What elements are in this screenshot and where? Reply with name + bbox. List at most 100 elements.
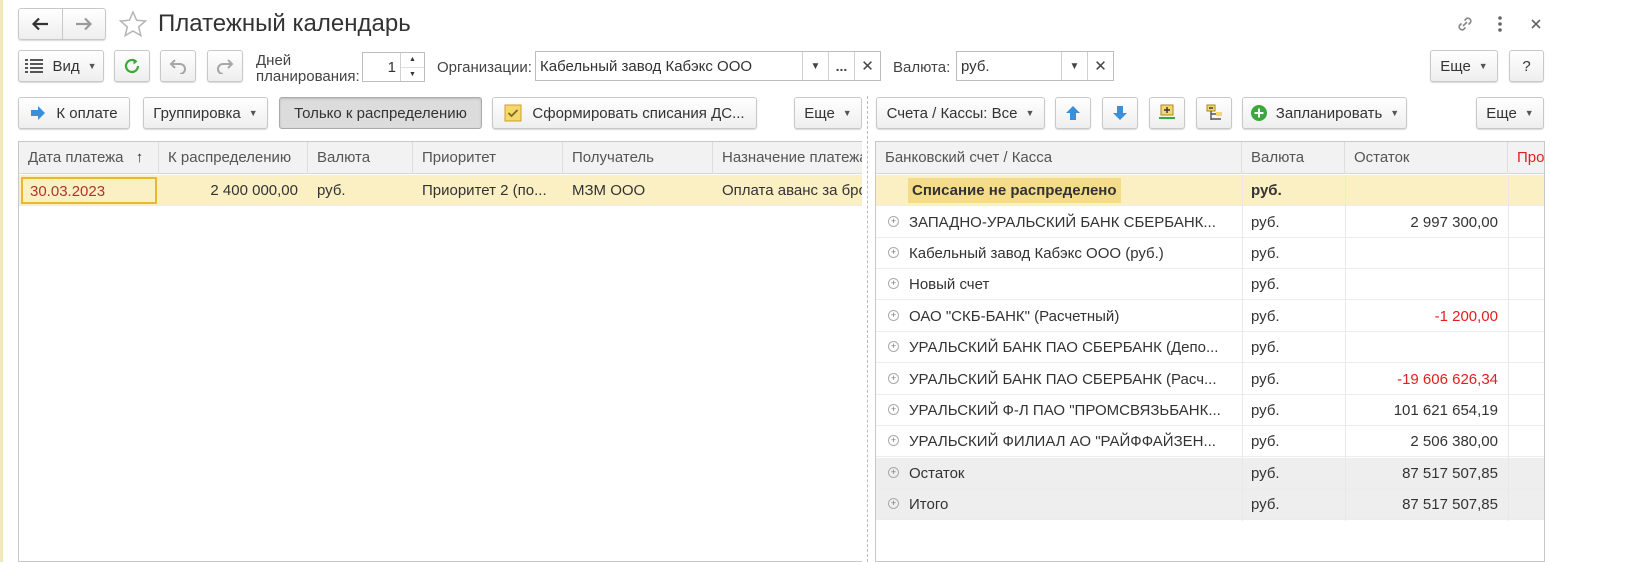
table-row[interactable]: + УРАЛЬСКИЙ ФИЛИАЛ АО "РАЙФФАЙЗЕН... руб… (876, 426, 1544, 457)
move-down-button[interactable] (1102, 97, 1138, 129)
expand-icon[interactable]: + (888, 435, 899, 446)
table-row[interactable]: Списание не распределено руб. (876, 175, 1544, 206)
expand-icon[interactable]: + (888, 373, 899, 384)
expand-all-button[interactable] (1149, 97, 1185, 129)
days-label-line2: планирования: (256, 68, 360, 85)
cell-balance (1345, 175, 1508, 206)
back-button[interactable] (19, 9, 62, 39)
table-row[interactable]: + Кабельный завод Кабэкс ООО (руб.) руб. (876, 238, 1544, 269)
more-vertical-icon[interactable] (1492, 14, 1508, 34)
undo-button[interactable] (160, 50, 196, 82)
table-row[interactable]: 30.03.2023 2 400 000,00 руб. Приоритет 2… (19, 175, 863, 206)
cell-currency: руб. (1251, 371, 1280, 388)
to-pay-button[interactable]: К оплате (18, 97, 130, 129)
accounts-filter-button[interactable]: Счета / Кассы: Все ▼ (876, 97, 1045, 129)
cell-to-distribute: 2 400 000,00 (210, 182, 298, 199)
column-payment-date-label: Дата платежа (28, 149, 124, 166)
cell-account: Итого (909, 496, 949, 513)
column-divider (1242, 175, 1243, 521)
more-button-top[interactable]: Еще ▼ (1430, 50, 1498, 82)
cell-account: ЗАПАДНО-УРАЛЬСКИЙ БАНК СБЕРБАНК... (909, 214, 1216, 231)
navigation-buttons (18, 8, 106, 40)
collapse-tree-icon (1206, 104, 1222, 120)
expand-icon[interactable]: + (888, 247, 899, 258)
sort-ascending-icon: ↑ (135, 149, 144, 166)
close-icon[interactable] (1528, 16, 1544, 32)
panel-splitter[interactable] (862, 96, 874, 562)
currency-dropdown-icon[interactable]: ▼ (1061, 52, 1087, 80)
organization-choose-button[interactable]: ... (828, 52, 854, 80)
expand-icon[interactable]: + (888, 404, 899, 415)
expand-icon[interactable]: + (888, 341, 899, 352)
column-to-distribute[interactable]: К распределению (159, 142, 308, 174)
expand-icon[interactable]: + (888, 467, 899, 478)
payments-table[interactable]: Дата платежа ↑ К распределению Валюта Пр… (18, 141, 863, 562)
table-row[interactable]: + УРАЛЬСКИЙ БАНК ПАО СБЕРБАНК (Депо... р… (876, 332, 1544, 363)
move-up-button[interactable] (1055, 97, 1091, 129)
arrow-up-icon (1066, 106, 1080, 120)
expand-icon[interactable]: + (888, 498, 899, 509)
cell-account: УРАЛЬСКИЙ ФИЛИАЛ АО "РАЙФФАЙЗЕН... (909, 433, 1216, 450)
expand-icon[interactable]: + (888, 310, 899, 321)
view-menu-button[interactable]: Вид ▼ (18, 50, 104, 82)
cell-payment-date[interactable]: 30.03.2023 (21, 177, 157, 204)
organization-clear-icon[interactable]: ✕ (854, 52, 880, 80)
days-stepper[interactable]: ▲ ▼ (400, 53, 424, 81)
favorite-star-icon[interactable] (118, 10, 148, 40)
more-button-right[interactable]: Еще ▼ (1476, 97, 1544, 129)
table-row-total[interactable]: + Итого руб. 87 517 507,85 (876, 489, 1544, 520)
generate-writeoffs-button[interactable]: Сформировать списания ДС... (492, 97, 757, 129)
refresh-button[interactable] (114, 50, 150, 82)
column-account[interactable]: Банковский счет / Касса (876, 142, 1242, 174)
only-distribution-toggle[interactable]: Только к распределению (279, 97, 482, 129)
column-balance[interactable]: Остаток (1345, 142, 1508, 174)
more-label-right: Еще (1486, 104, 1517, 122)
table-row[interactable]: + УРАЛЬСКИЙ Ф-Л ПАО "ПРОМСВЯЗЬБАНК... ру… (876, 395, 1544, 426)
expand-icon[interactable]: + (888, 278, 899, 289)
table-row[interactable]: + Новый счет руб. (876, 269, 1544, 300)
cell-balance: -1 200,00 (1434, 308, 1498, 325)
cell-balance: 2 997 300,00 (1410, 214, 1498, 231)
column-priority[interactable]: Приоритет (413, 142, 563, 174)
dropdown-caret-icon: ▼ (248, 108, 258, 118)
column-currency[interactable]: Валюта (308, 142, 413, 174)
arrow-right-icon (75, 17, 92, 31)
table-row[interactable]: + УРАЛЬСКИЙ БАНК ПАО СБЕРБАНК (Расч... р… (876, 364, 1544, 395)
more-button-left[interactable]: Еще ▼ (794, 97, 862, 129)
column-recipient[interactable]: Получатель (563, 142, 713, 174)
cell-currency: руб. (1251, 182, 1282, 199)
column-currency[interactable]: Валюта (1242, 142, 1345, 174)
organization-dropdown-icon[interactable]: ▼ (802, 52, 828, 80)
list-view-icon (25, 59, 44, 73)
plus-circle-icon (1250, 105, 1267, 121)
column-purpose[interactable]: Назначение платежа (713, 142, 862, 174)
plan-button[interactable]: Запланировать ▼ (1242, 97, 1407, 129)
plan-label: Запланировать (1275, 104, 1383, 122)
stepper-down-icon[interactable]: ▼ (401, 68, 424, 82)
link-icon[interactable] (1455, 14, 1475, 34)
currency-field[interactable]: руб. ▼ ✕ (956, 51, 1114, 81)
forward-button[interactable] (61, 9, 106, 39)
cell-purpose: Оплата аванс за бро (722, 182, 863, 199)
redo-button[interactable] (207, 50, 243, 82)
accounts-table[interactable]: Банковский счет / Касса Валюта Остаток П… (875, 141, 1545, 562)
organization-field[interactable]: Кабельный завод Кабэкс ООО ▼ ... ✕ (535, 51, 881, 81)
grouping-button[interactable]: Группировка ▼ (143, 97, 268, 129)
page-title: Платежный календарь (158, 10, 411, 37)
table-row[interactable]: + ОАО "СКБ-БАНК" (Расчетный) руб. -1 200… (876, 301, 1544, 332)
cell-account: УРАЛЬСКИЙ Ф-Л ПАО "ПРОМСВЯЗЬБАНК... (909, 402, 1221, 419)
collapse-all-button[interactable] (1196, 97, 1232, 129)
currency-clear-icon[interactable]: ✕ (1087, 52, 1113, 80)
days-planning-input[interactable]: 1 ▲ ▼ (362, 52, 425, 82)
organizations-label: Организации: (437, 59, 532, 76)
expand-icon[interactable]: + (888, 216, 899, 227)
currency-label: Валюта: (893, 59, 951, 76)
arrow-right-blue-icon (31, 106, 46, 120)
help-button[interactable]: ? (1509, 50, 1544, 82)
stepper-up-icon[interactable]: ▲ (401, 53, 424, 68)
cell-account: ОАО "СКБ-БАНК" (Расчетный) (909, 308, 1120, 325)
table-row-total[interactable]: + Остаток руб. 87 517 507,85 (876, 458, 1544, 489)
table-row[interactable]: + ЗАПАДНО-УРАЛЬСКИЙ БАНК СБЕРБАНК... руб… (876, 207, 1544, 238)
column-payment-date[interactable]: Дата платежа ↑ (19, 142, 159, 174)
column-overdue[interactable]: Про (1508, 142, 1544, 174)
